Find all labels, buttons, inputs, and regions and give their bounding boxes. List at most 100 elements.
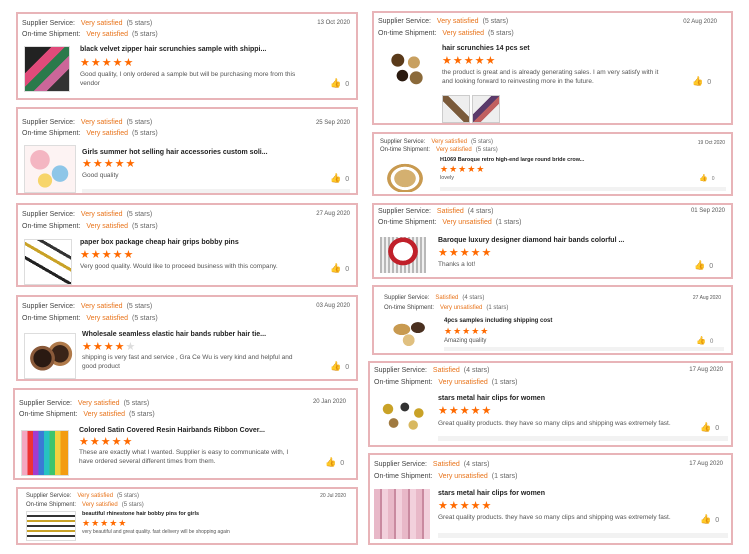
- rating-stars: ★★★★★: [82, 518, 128, 528]
- shipment-count: (5 stars): [132, 223, 158, 230]
- supplier-service-label: Supplier Service:: [19, 400, 72, 407]
- product-thumbnail[interactable]: [24, 239, 72, 285]
- like-count: 0: [709, 263, 714, 270]
- product-thumbnail[interactable]: [380, 237, 426, 273]
- rating-stars: ★★★★★: [438, 247, 493, 259]
- review-photo-2[interactable]: [472, 95, 500, 123]
- supplier-service-label: Supplier Service:: [378, 18, 431, 25]
- thumbs-up-icon: 👍: [696, 336, 706, 345]
- product-thumbnail[interactable]: [21, 430, 69, 476]
- review-date: 17 Aug 2020: [689, 461, 723, 467]
- like-button[interactable]: 👍 0: [330, 263, 349, 274]
- review-card-3: Supplier Service: Very satisfied (5 stars)…: [16, 203, 358, 287]
- product-title[interactable]: H1069 Baroque retro high-end large round…: [440, 157, 584, 163]
- product-thumbnail[interactable]: [374, 489, 430, 539]
- like-count: 0: [715, 425, 720, 432]
- supplier-rating: Very satisfied: [431, 139, 468, 145]
- like-button[interactable]: 👍 0: [699, 174, 715, 182]
- review-date: 20 Jan 2020: [312, 399, 346, 405]
- like-button[interactable]: 👍 0: [330, 78, 349, 89]
- supplier-rating: Very satisfied: [77, 400, 120, 407]
- thumbs-up-icon: 👍: [700, 514, 712, 524]
- rating-stars: ★★★★★: [80, 249, 135, 261]
- product-title[interactable]: stars metal hair clips for women: [438, 395, 545, 402]
- supplier-rating: Satisfied: [436, 208, 464, 215]
- supplier-rating: Satisfied: [435, 295, 459, 301]
- like-button[interactable]: 👍 0: [700, 514, 719, 525]
- like-count: 0: [345, 266, 350, 273]
- review-comment: the product is great and is already gene…: [442, 69, 659, 85]
- supplier-service-label: Supplier Service:: [384, 295, 430, 301]
- rating-stars: ★★★★★: [442, 55, 497, 67]
- divider-bar: [82, 189, 350, 193]
- product-thumbnail[interactable]: [24, 46, 70, 92]
- supplier-rating: Very satisfied: [80, 303, 123, 310]
- product-thumbnail[interactable]: [384, 47, 430, 91]
- supplier-count: (4 stars): [463, 461, 490, 468]
- shipment-count: (1 stars): [486, 305, 509, 311]
- product-title[interactable]: beautiful rhinestone hair bobby pins for…: [82, 511, 199, 517]
- supplier-service-label: Supplier Service:: [374, 367, 427, 374]
- shipment-rating: Very unsatisfied: [440, 305, 483, 311]
- review-date: 13 Oct 2020: [317, 20, 350, 26]
- product-title[interactable]: Colored Satin Covered Resin Hairbands Ri…: [79, 427, 265, 434]
- product-title[interactable]: Baroque luxury designer diamond hair ban…: [438, 237, 624, 244]
- like-button[interactable]: 👍 0: [696, 336, 713, 345]
- like-button[interactable]: 👍 0: [700, 422, 719, 433]
- shipment-rating: Very unsatisfied: [442, 219, 492, 226]
- shipment-rating: Very unsatisfied: [438, 473, 488, 480]
- rating-stars: ★★★★★: [82, 158, 137, 170]
- product-title[interactable]: hair scrunchies 14 pcs set: [442, 45, 530, 52]
- product-thumbnail[interactable]: [388, 315, 434, 351]
- shipment-count: (5 stars): [488, 30, 514, 37]
- thumbs-up-icon: 👍: [330, 263, 342, 273]
- rating-stars: ★★★★★: [80, 57, 135, 69]
- product-title[interactable]: black velvet zipper hair scrunchies samp…: [80, 46, 266, 53]
- product-title[interactable]: Girls summer hot selling hair accessorie…: [82, 149, 268, 156]
- divider-bar: [440, 187, 726, 191]
- review-date: 27 Aug 2020: [316, 211, 350, 217]
- shipment-count: (5 stars): [475, 147, 498, 153]
- shipment-label: On-time Shipment:: [22, 31, 81, 38]
- supplier-count: (5 stars): [126, 303, 153, 310]
- product-title[interactable]: paper box package cheap hair grips bobby…: [80, 239, 239, 246]
- supplier-service-label: Supplier Service:: [22, 303, 75, 310]
- like-count: 0: [709, 339, 714, 345]
- product-thumbnail[interactable]: [24, 145, 76, 193]
- product-title[interactable]: Wholesale seamless elastic hair bands ru…: [82, 331, 266, 338]
- review-card-1: Supplier Service: Very satisfied (5 stars)…: [16, 12, 358, 100]
- review-photo-1[interactable]: [442, 95, 470, 123]
- shipment-count: (5 stars): [132, 31, 158, 38]
- product-thumbnail[interactable]: [26, 511, 76, 541]
- shipment-label: On-time Shipment:: [384, 305, 435, 311]
- shipment-label: On-time Shipment:: [22, 315, 81, 322]
- supplier-rating: Very satisfied: [77, 493, 114, 499]
- supplier-service-label: Supplier Service:: [22, 20, 75, 27]
- thumbs-up-icon: 👍: [330, 78, 342, 88]
- product-thumbnail[interactable]: [24, 333, 76, 379]
- shipment-rating: Very satisfied: [82, 502, 118, 508]
- like-count: 0: [711, 176, 715, 182]
- thumbs-up-icon: 👍: [692, 76, 704, 86]
- product-title[interactable]: stars metal hair clips for women: [438, 490, 545, 497]
- like-button[interactable]: 👍 0: [325, 457, 344, 468]
- shipment-rating: Very satisfied: [83, 411, 125, 418]
- shipment-count: (1 stars): [491, 473, 518, 480]
- review-comment: Good quality, I only ordered a sample bu…: [80, 71, 296, 87]
- product-title[interactable]: 4pcs samples including shipping cost: [444, 318, 552, 324]
- product-thumbnail[interactable]: [374, 395, 430, 435]
- like-button[interactable]: 👍 0: [330, 361, 349, 372]
- review-comment: Very good quality. Would like to proceed…: [80, 263, 278, 270]
- rating-stars: ★★★★★: [79, 436, 134, 448]
- like-button[interactable]: 👍 0: [692, 76, 711, 87]
- review-comment: Amazing quality: [444, 338, 487, 344]
- like-button[interactable]: 👍 0: [694, 260, 713, 271]
- supplier-service-label: Supplier Service:: [22, 211, 75, 218]
- shipment-label: On-time Shipment:: [378, 219, 437, 226]
- supplier-rating: Very satisfied: [436, 18, 479, 25]
- supplier-rating: Satisfied: [432, 461, 460, 468]
- thumbs-up-icon: 👍: [700, 422, 712, 432]
- like-button[interactable]: 👍 0: [330, 173, 349, 184]
- product-thumbnail[interactable]: [380, 158, 430, 192]
- divider-bar: [438, 533, 728, 538]
